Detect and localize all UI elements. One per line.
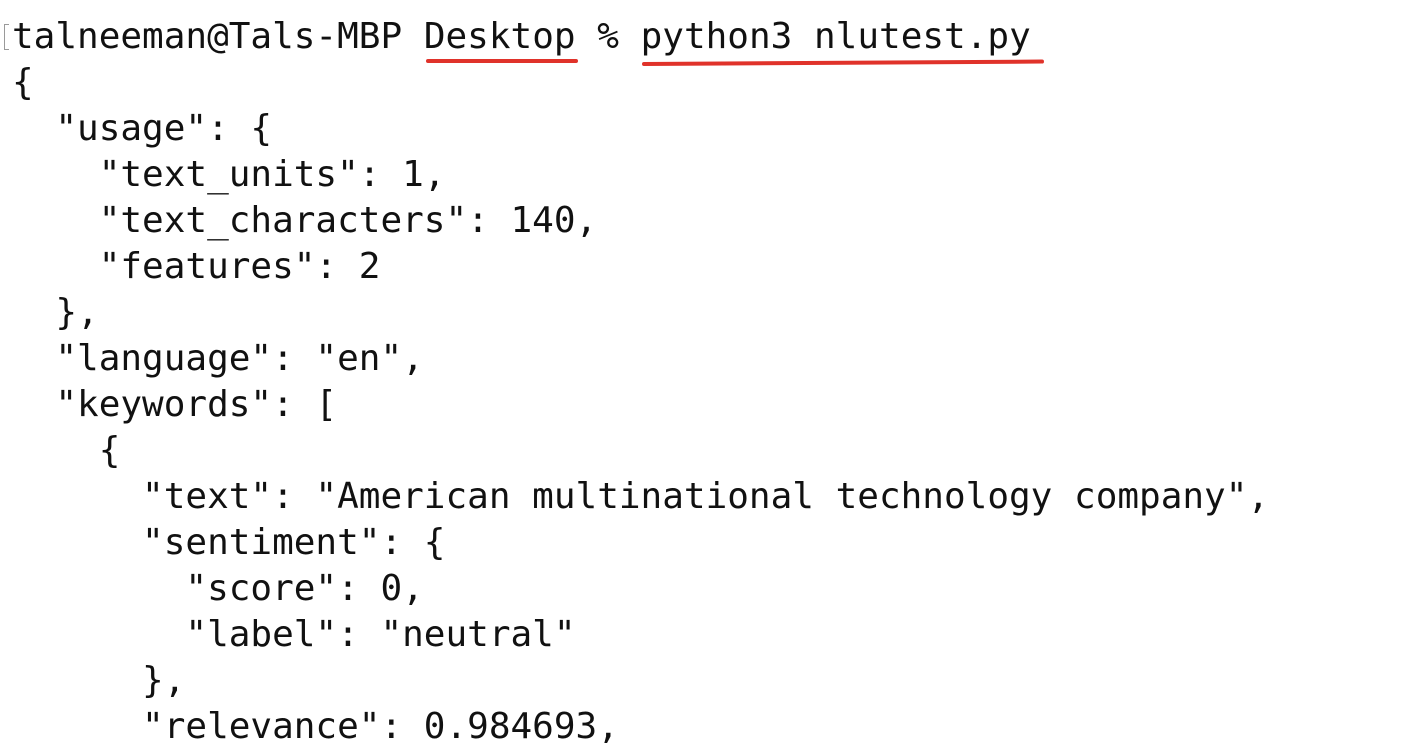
output-line: "sentiment": { bbox=[12, 522, 446, 563]
output-line: }, bbox=[12, 292, 99, 333]
output-line: "text": "American multinational technolo… bbox=[12, 476, 1270, 517]
prompt-user-host: talneeman@Tals-MBP bbox=[12, 16, 403, 57]
output-line: "usage": { bbox=[12, 108, 273, 149]
output-line: "features": 2 bbox=[12, 246, 381, 287]
command-underline bbox=[641, 59, 1045, 66]
output-line: }, bbox=[12, 660, 186, 701]
output-line: "text_units": 1, bbox=[12, 154, 446, 195]
selection-bracket-icon bbox=[4, 24, 9, 50]
output-line: "label": "neutral" bbox=[12, 614, 576, 655]
output-line: "text_characters": 140, bbox=[12, 200, 598, 241]
prompt-command: python3 nlutest.py bbox=[640, 16, 1031, 57]
prompt-symbol: % bbox=[597, 16, 619, 57]
directory-underline bbox=[426, 59, 578, 63]
output-line: "keywords": [ bbox=[12, 384, 338, 425]
prompt-line: talneeman@Tals-MBP Desktop % python3 nlu… bbox=[12, 14, 1031, 60]
output-line: "relevance": 0.984693, bbox=[12, 706, 619, 746]
output-line: { bbox=[12, 430, 121, 471]
output-line: "score": 0, bbox=[12, 568, 424, 609]
prompt-directory: Desktop bbox=[423, 16, 576, 57]
output-line: "language": "en", bbox=[12, 338, 424, 379]
terminal-window[interactable]: talneeman@Tals-MBP Desktop % python3 nlu… bbox=[0, 0, 1424, 746]
output-line: { bbox=[12, 62, 34, 103]
